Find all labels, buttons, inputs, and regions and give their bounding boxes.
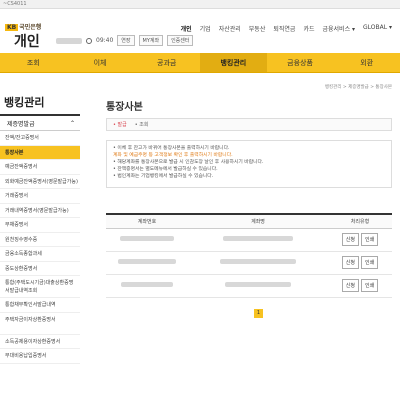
session-timer: 09:40	[96, 37, 114, 44]
sidebar-list: 잔액/잔고증명서 통장사본 예금잔액증명서 외화예금잔액증명서(영문발급가능) …	[0, 131, 80, 364]
sidebar-title: 뱅킹관리	[4, 96, 45, 109]
address-bar[interactable]: ~CS4011	[0, 0, 400, 9]
pagination-current-page[interactable]: 1	[254, 309, 263, 318]
sidebar-item[interactable]: 예금잔액증명서	[0, 160, 80, 175]
gnb-global[interactable]: GLOBAL ▾	[363, 24, 392, 33]
col-action: 처리유형	[328, 214, 392, 229]
sidebar-item[interactable]: 금융소득종합과세	[0, 247, 80, 262]
sidebar-item[interactable]: 중도상환증명서	[0, 262, 80, 276]
sidebar-item[interactable]: 거래내역증명서(영문발급가능)	[0, 204, 80, 218]
notice-line: • 법인계좌는 기업뱅킹에서 발급하실 수 있습니다.	[113, 174, 214, 179]
gnb-business[interactable]: 기업	[200, 24, 211, 33]
sidebar-item[interactable]: 통합채무확인서발급내역	[0, 298, 80, 313]
nav-transfer[interactable]: 이체	[67, 53, 134, 72]
table-row: 신청 인쇄	[106, 228, 392, 252]
nav-banking-mgmt[interactable]: 뱅킹관리	[200, 53, 267, 72]
masked-account-name	[188, 274, 328, 298]
extend-button[interactable]: 연장	[117, 35, 135, 46]
notice-line-highlight: 계좌 및 예금주명 등 고객정보 확인 후 출력하시기 바랍니다.	[113, 153, 233, 158]
tab-inquiry[interactable]: • 조회	[135, 121, 149, 128]
apply-button[interactable]: 신청	[341, 233, 359, 246]
sidebar-item[interactable]: 잔액/잔고증명서	[0, 131, 80, 146]
row-actions: 신청 인쇄	[328, 251, 392, 275]
nav-inquiry[interactable]: 조회	[0, 53, 67, 72]
masked-username	[56, 37, 82, 44]
notice-line: • 해당계좌를 통장사본으로 발급 시 인감도장 날인 후 사용하시기 바랍니다…	[113, 160, 264, 165]
sidebar-item[interactable]: 주택자금이자상환증명서	[0, 313, 80, 335]
col-account-name: 계좌명	[188, 214, 328, 229]
user-bar: 09:40 연장 MY계좌 인증센터	[56, 35, 194, 46]
sidebar-section-toggle[interactable]: 제증명발급 ⌃	[0, 114, 80, 131]
nav-bills[interactable]: 공과금	[133, 53, 200, 72]
masked-account-number	[106, 228, 188, 252]
chevron-up-icon: ⌃	[69, 119, 75, 127]
sidebar-section-label: 제증명발급	[7, 120, 35, 128]
gnb-service[interactable]: 금융서비스 ▾	[322, 24, 355, 33]
gnb-personal[interactable]: 개인	[181, 24, 192, 33]
apply-button[interactable]: 신청	[341, 279, 359, 292]
gnb-asset[interactable]: 자산관리	[219, 24, 241, 33]
masked-account-number	[106, 251, 188, 275]
security-center-button[interactable]: 인증센터	[167, 35, 194, 46]
clock-icon	[86, 37, 92, 44]
logo-badge: KB	[5, 24, 19, 31]
masked-account-number	[106, 274, 188, 298]
masked-account-name	[188, 228, 328, 252]
sidebar-item-active[interactable]: 통장사본	[0, 145, 80, 160]
table-row: 신청 인쇄	[106, 274, 392, 298]
print-button[interactable]: 인쇄	[361, 233, 379, 246]
breadcrumb: 뱅킹관리 > 제증명발급 > 통장사본	[324, 85, 392, 90]
brand-title: 개인	[14, 34, 40, 50]
gnb-realestate[interactable]: 부동산	[249, 24, 266, 33]
nav-fx[interactable]: 외환	[333, 53, 400, 72]
account-table: 계좌번호 계좌명 처리유형 신청 인쇄 신청 인쇄 신청 인쇄	[106, 213, 392, 298]
mydata-button[interactable]: MY계좌	[138, 35, 164, 46]
nav-products[interactable]: 금융상품	[267, 53, 334, 72]
logo-text: 국민은행	[19, 24, 42, 31]
global-nav: 개인 기업 자산관리 부동산 퇴직연금 카드 금융서비스 ▾ GLOBAL ▾	[181, 24, 392, 33]
print-button[interactable]: 인쇄	[361, 256, 379, 269]
row-actions: 신청 인쇄	[328, 228, 392, 252]
table-row: 신청 인쇄	[106, 251, 392, 275]
main-nav: 조회 이체 공과금 뱅킹관리 금융상품 외환	[0, 53, 400, 73]
table-header-row: 계좌번호 계좌명 처리유형	[106, 214, 392, 229]
kb-logo[interactable]: KB 국민은행	[5, 22, 41, 31]
gnb-pension[interactable]: 퇴직연금	[273, 24, 295, 33]
tab-bar: • 발급 • 조회	[106, 118, 392, 131]
notice-line: • 이체 후 잔고가 바뀌어 통장사본을 출력하시기 바랍니다.	[113, 146, 230, 151]
col-account-number: 계좌번호	[106, 214, 188, 229]
gnb-card[interactable]: 카드	[303, 24, 314, 33]
page-title: 통장사본	[106, 102, 143, 113]
sidebar-item[interactable]: 외화예금잔액증명서(영문발급가능)	[0, 175, 80, 189]
print-button[interactable]: 인쇄	[361, 279, 379, 292]
sidebar-item[interactable]: 통합(주택도시기금)대출상환증명서발급내역조회	[0, 276, 80, 298]
sidebar-item[interactable]: 거래증명서	[0, 189, 80, 204]
apply-button[interactable]: 신청	[341, 256, 359, 269]
sidebar-item[interactable]: 소득공제용이자상환증명서	[0, 335, 80, 349]
tab-issue[interactable]: • 발급	[113, 121, 127, 128]
notice-line: • 잔액증명서는 별도메뉴에서 발급하실 수 있습니다.	[113, 167, 218, 172]
row-actions: 신청 인쇄	[328, 274, 392, 298]
masked-account-name	[188, 251, 328, 275]
sidebar-item[interactable]: 부채증명서	[0, 218, 80, 233]
top-header: KB 국민은행 개인 개인 기업 자산관리 부동산 퇴직연금 카드 금융서비스 ▾…	[0, 9, 400, 53]
sidebar-item[interactable]: 부대비용납입증명서	[0, 349, 80, 364]
sidebar-item[interactable]: 원천징수영수증	[0, 233, 80, 247]
notice-box: • 이체 후 잔고가 바뀌어 통장사본을 출력하시기 바랍니다. 계좌 및 예금…	[106, 140, 392, 188]
sidebar: 뱅킹관리 제증명발급 ⌃ 잔액/잔고증명서 통장사본 예금잔액증명서 외화예금잔…	[0, 94, 80, 400]
